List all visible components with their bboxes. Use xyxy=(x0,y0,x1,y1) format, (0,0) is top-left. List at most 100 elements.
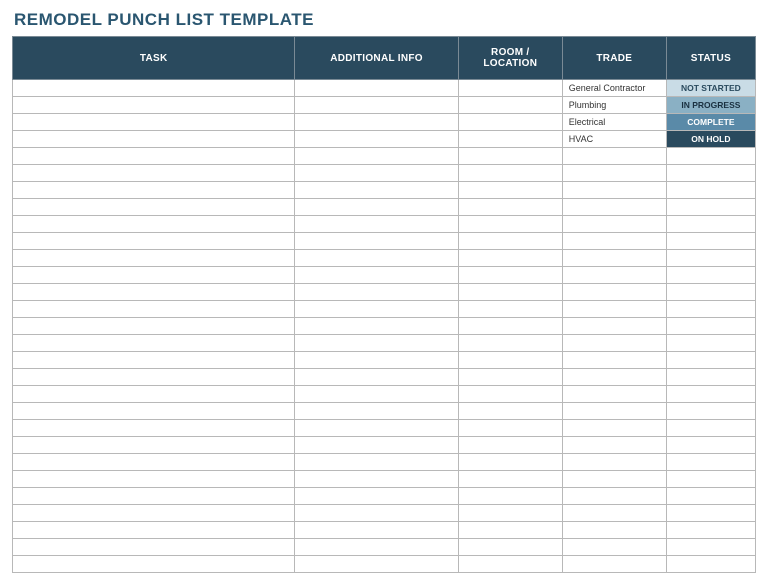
cell-room[interactable] xyxy=(458,522,562,539)
cell-info[interactable] xyxy=(295,420,458,437)
cell-room[interactable] xyxy=(458,199,562,216)
cell-room[interactable] xyxy=(458,437,562,454)
cell-status[interactable] xyxy=(666,403,755,420)
cell-task[interactable] xyxy=(13,454,295,471)
cell-task[interactable] xyxy=(13,471,295,488)
cell-info[interactable] xyxy=(295,522,458,539)
cell-room[interactable] xyxy=(458,250,562,267)
cell-trade[interactable] xyxy=(562,182,666,199)
cell-task[interactable] xyxy=(13,505,295,522)
cell-status[interactable] xyxy=(666,267,755,284)
cell-info[interactable] xyxy=(295,301,458,318)
cell-task[interactable] xyxy=(13,539,295,556)
cell-info[interactable] xyxy=(295,80,458,97)
cell-task[interactable] xyxy=(13,114,295,131)
cell-trade[interactable] xyxy=(562,250,666,267)
cell-room[interactable] xyxy=(458,131,562,148)
cell-trade[interactable] xyxy=(562,369,666,386)
cell-task[interactable] xyxy=(13,437,295,454)
cell-info[interactable] xyxy=(295,97,458,114)
cell-room[interactable] xyxy=(458,233,562,250)
cell-task[interactable] xyxy=(13,369,295,386)
cell-trade[interactable] xyxy=(562,318,666,335)
cell-status[interactable] xyxy=(666,556,755,573)
cell-trade[interactable] xyxy=(562,488,666,505)
cell-status[interactable] xyxy=(666,165,755,182)
cell-trade[interactable] xyxy=(562,454,666,471)
cell-task[interactable] xyxy=(13,80,295,97)
cell-info[interactable] xyxy=(295,539,458,556)
cell-task[interactable] xyxy=(13,335,295,352)
cell-trade[interactable] xyxy=(562,199,666,216)
cell-room[interactable] xyxy=(458,148,562,165)
cell-info[interactable] xyxy=(295,114,458,131)
cell-task[interactable] xyxy=(13,148,295,165)
cell-trade[interactable] xyxy=(562,148,666,165)
cell-info[interactable] xyxy=(295,369,458,386)
cell-trade[interactable] xyxy=(562,233,666,250)
cell-status[interactable]: ON HOLD xyxy=(666,131,755,148)
cell-status[interactable] xyxy=(666,488,755,505)
cell-room[interactable] xyxy=(458,165,562,182)
cell-task[interactable] xyxy=(13,131,295,148)
cell-status[interactable] xyxy=(666,386,755,403)
cell-trade[interactable] xyxy=(562,165,666,182)
cell-room[interactable] xyxy=(458,539,562,556)
cell-status[interactable] xyxy=(666,216,755,233)
cell-status[interactable] xyxy=(666,352,755,369)
cell-task[interactable] xyxy=(13,301,295,318)
cell-info[interactable] xyxy=(295,182,458,199)
cell-status[interactable] xyxy=(666,148,755,165)
cell-status[interactable] xyxy=(666,284,755,301)
cell-room[interactable] xyxy=(458,80,562,97)
cell-info[interactable] xyxy=(295,148,458,165)
cell-task[interactable] xyxy=(13,216,295,233)
cell-task[interactable] xyxy=(13,165,295,182)
cell-room[interactable] xyxy=(458,182,562,199)
cell-task[interactable] xyxy=(13,284,295,301)
cell-trade[interactable]: HVAC xyxy=(562,131,666,148)
cell-info[interactable] xyxy=(295,403,458,420)
cell-status[interactable]: COMPLETE xyxy=(666,114,755,131)
cell-status[interactable] xyxy=(666,335,755,352)
cell-status[interactable] xyxy=(666,437,755,454)
cell-info[interactable] xyxy=(295,505,458,522)
cell-trade[interactable]: Plumbing xyxy=(562,97,666,114)
cell-room[interactable] xyxy=(458,335,562,352)
cell-trade[interactable] xyxy=(562,522,666,539)
cell-info[interactable] xyxy=(295,284,458,301)
cell-room[interactable] xyxy=(458,556,562,573)
cell-status[interactable] xyxy=(666,233,755,250)
cell-room[interactable] xyxy=(458,114,562,131)
cell-task[interactable] xyxy=(13,233,295,250)
cell-room[interactable] xyxy=(458,454,562,471)
cell-trade[interactable] xyxy=(562,437,666,454)
cell-info[interactable] xyxy=(295,386,458,403)
cell-info[interactable] xyxy=(295,488,458,505)
cell-trade[interactable] xyxy=(562,267,666,284)
cell-trade[interactable] xyxy=(562,216,666,233)
cell-info[interactable] xyxy=(295,556,458,573)
cell-task[interactable] xyxy=(13,352,295,369)
cell-status[interactable]: NOT STARTED xyxy=(666,80,755,97)
cell-trade[interactable] xyxy=(562,471,666,488)
cell-task[interactable] xyxy=(13,420,295,437)
cell-trade[interactable] xyxy=(562,556,666,573)
cell-task[interactable] xyxy=(13,386,295,403)
cell-task[interactable] xyxy=(13,267,295,284)
cell-info[interactable] xyxy=(295,267,458,284)
cell-room[interactable] xyxy=(458,488,562,505)
cell-task[interactable] xyxy=(13,522,295,539)
cell-info[interactable] xyxy=(295,233,458,250)
cell-info[interactable] xyxy=(295,250,458,267)
cell-info[interactable] xyxy=(295,437,458,454)
cell-info[interactable] xyxy=(295,318,458,335)
cell-trade[interactable] xyxy=(562,284,666,301)
cell-task[interactable] xyxy=(13,182,295,199)
cell-status[interactable] xyxy=(666,301,755,318)
cell-room[interactable] xyxy=(458,369,562,386)
cell-trade[interactable] xyxy=(562,505,666,522)
cell-status[interactable] xyxy=(666,250,755,267)
cell-room[interactable] xyxy=(458,216,562,233)
cell-room[interactable] xyxy=(458,97,562,114)
